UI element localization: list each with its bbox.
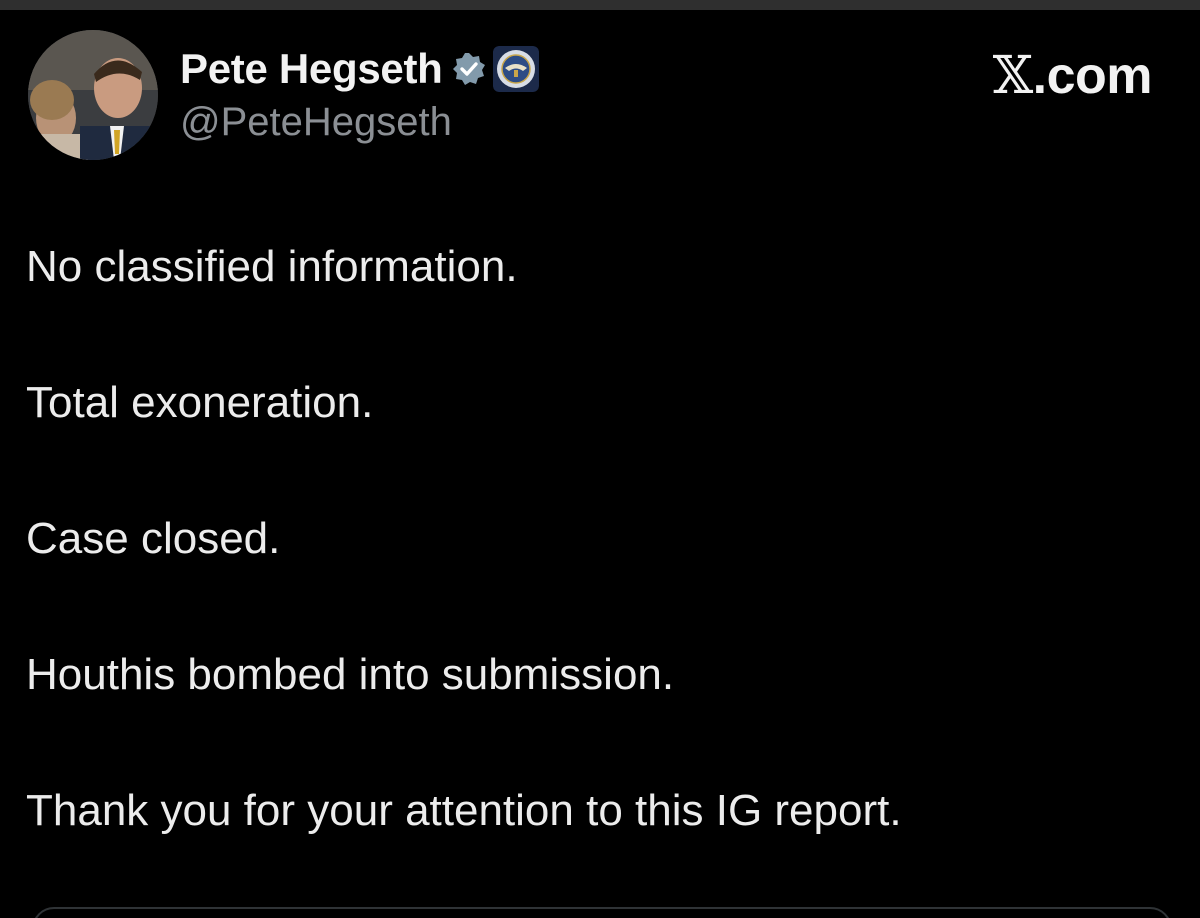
top-strip xyxy=(0,0,1200,10)
department-seal-icon[interactable] xyxy=(492,46,539,92)
tweet-line-4: Houthis bombed into submission. xyxy=(26,650,675,699)
avatar[interactable] xyxy=(28,30,158,160)
display-name[interactable]: Pete Hegseth xyxy=(180,45,443,93)
display-name-row: Pete Hegseth xyxy=(180,42,539,96)
user-handle[interactable]: @PeteHegseth xyxy=(180,100,452,145)
tweet-line-1: No classified information. xyxy=(26,242,518,291)
brand-label: 𝕏.com xyxy=(992,46,1153,106)
embedded-card-edge[interactable] xyxy=(32,907,1172,918)
tweet-line-3: Case closed. xyxy=(26,514,281,563)
verified-badge-icon xyxy=(452,53,485,85)
tweet-line-2: Total exoneration. xyxy=(26,378,374,427)
x-logo-icon: 𝕏 xyxy=(992,46,1033,106)
brand-suffix: .com xyxy=(1032,47,1153,105)
profile-photo-icon xyxy=(28,30,158,160)
tweet-line-5: Thank you for your attention to this IG … xyxy=(26,786,902,835)
